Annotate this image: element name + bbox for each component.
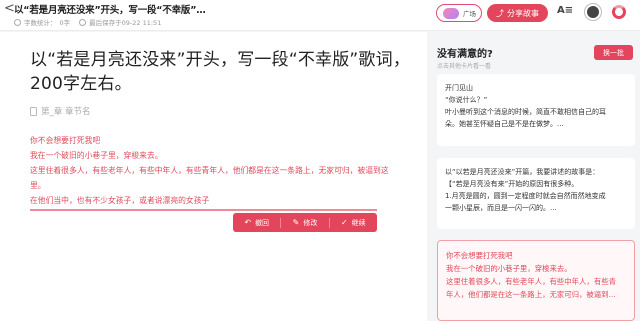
edit-button[interactable]: ✎ 修改 — [280, 217, 328, 228]
card-line: 1.月亮是圆的，圆到一定程度时就会自然而然地变成 — [445, 192, 606, 200]
generation-divider — [30, 209, 377, 211]
card-line: “你说什么？” — [445, 96, 488, 104]
chapter-placeholder: 第_章 章节名 — [41, 107, 91, 117]
card-line: 这里住着很多人，有些老年人，有些中年人，有些青 — [446, 277, 616, 286]
panel-heading: 没有满意的? — [437, 49, 493, 60]
card-line: 以“以若是月亮还没来”开篇，我要讲述的故事是： — [445, 168, 600, 176]
generated-line: 你不会想要打死我吧 — [30, 136, 101, 145]
continue-button[interactable]: ✓ 继续 — [328, 217, 377, 228]
word-count-icon — [14, 18, 21, 26]
square-logo-icon — [443, 8, 459, 19]
suggestion-card[interactable]: 开门见山 “你说什么？” 叶小曼听到这个消息的时候，简直不敢相信自己的耳 朵。她… — [437, 74, 635, 146]
chapter-doc-icon — [30, 106, 37, 116]
generated-line: 这里住着很多人，有些老年人，有些中年人，有些青年人，他们都是在这一条路上，无家可… — [30, 166, 389, 190]
page-title[interactable]: 以“若是月亮还没来”开头，写一段“不幸版”歌词，200字左右。 — [30, 48, 415, 96]
card-line: 你不会想要打死我吧 — [446, 251, 513, 260]
card-line: 朵。她甚至怀疑自己是不是在做梦。... — [445, 120, 564, 128]
refresh-batch-button[interactable]: 换一批 — [594, 45, 633, 60]
share-icon: ⤴ — [496, 8, 504, 18]
square-button[interactable]: 广场 — [436, 4, 482, 22]
document-meta: 字数统计： 0字 最后保存于09-22 11:51 — [14, 17, 161, 27]
generated-text[interactable]: 你不会想要打死我吧 我在一个破旧的小巷子里，穿梭来去。 这里住着很多人，有些老年… — [30, 133, 390, 208]
card-line: 一颗小星辰，而且是一闪一闪的。... — [445, 204, 557, 212]
continue-label: 继续 — [351, 218, 366, 227]
share-button-label: 分享故事 — [507, 8, 539, 18]
card-line: 开门见山 — [445, 84, 473, 92]
share-story-button[interactable]: ⤴ 分享故事 — [487, 4, 548, 22]
generated-line: 我在一个破旧的小巷子里，穿梭来去。 — [30, 151, 163, 160]
word-count-label: 字数统计： — [24, 19, 57, 27]
suggestion-card[interactable]: 以“以若是月亮还没来”开篇，我要讲述的故事是： 【“若是月亮没有来”开始的原因有… — [437, 158, 635, 229]
suggestion-card-selected[interactable]: 你不会想要打死我吧 我在一个破旧的小巷子里，穿梭来去。 这里住着很多人，有些老年… — [437, 240, 635, 321]
theme-toggle-icon[interactable] — [587, 6, 599, 18]
font-settings-icon[interactable]: A≡ — [557, 5, 573, 16]
edit-icon: ✎ — [292, 218, 300, 227]
panel-subheading: 点击其他卡片看一看 — [437, 63, 492, 70]
continue-icon: ✓ — [340, 218, 348, 227]
card-line: 年人，他们都是在这一条路上，无家可归，被逼到... — [446, 290, 616, 299]
undo-button[interactable]: ↶ 撤回 — [233, 218, 280, 228]
generated-line: 在他们当中，也有不少女孩子，或者说漂亮的女孩子 — [30, 196, 210, 205]
edit-label: 修改 — [303, 218, 318, 227]
word-count-value: 0字 — [59, 19, 71, 27]
square-button-label: 广场 — [463, 10, 476, 18]
save-status-icon — [79, 18, 87, 26]
generation-action-bar: ↶ 撤回 ✎ 修改 ✓ 继续 — [233, 213, 377, 232]
user-avatar-icon[interactable] — [612, 5, 626, 19]
card-line: 【“若是月亮没有来”开始的原因有很多种。 — [445, 180, 579, 188]
top-bar: < 以“若是月亮还没来”开头，写一段“不幸版”… 字数统计： 0字 最后保存于0… — [0, 0, 640, 31]
card-line: 我在一个破旧的小巷子里，穿梭来去。 — [446, 264, 572, 273]
document-title: 以“若是月亮还没来”开头，写一段“不幸版”… — [14, 5, 206, 16]
undo-icon: ↶ — [244, 218, 252, 227]
last-saved-text: 最后保存于09-22 11:51 — [89, 19, 162, 27]
undo-label: 撤回 — [255, 218, 270, 227]
chapter-name-field[interactable]: 第_章 章节名 — [30, 105, 90, 117]
card-line: 叶小曼听到这个消息的时候，简直不敢相信自己的耳 — [445, 108, 606, 116]
